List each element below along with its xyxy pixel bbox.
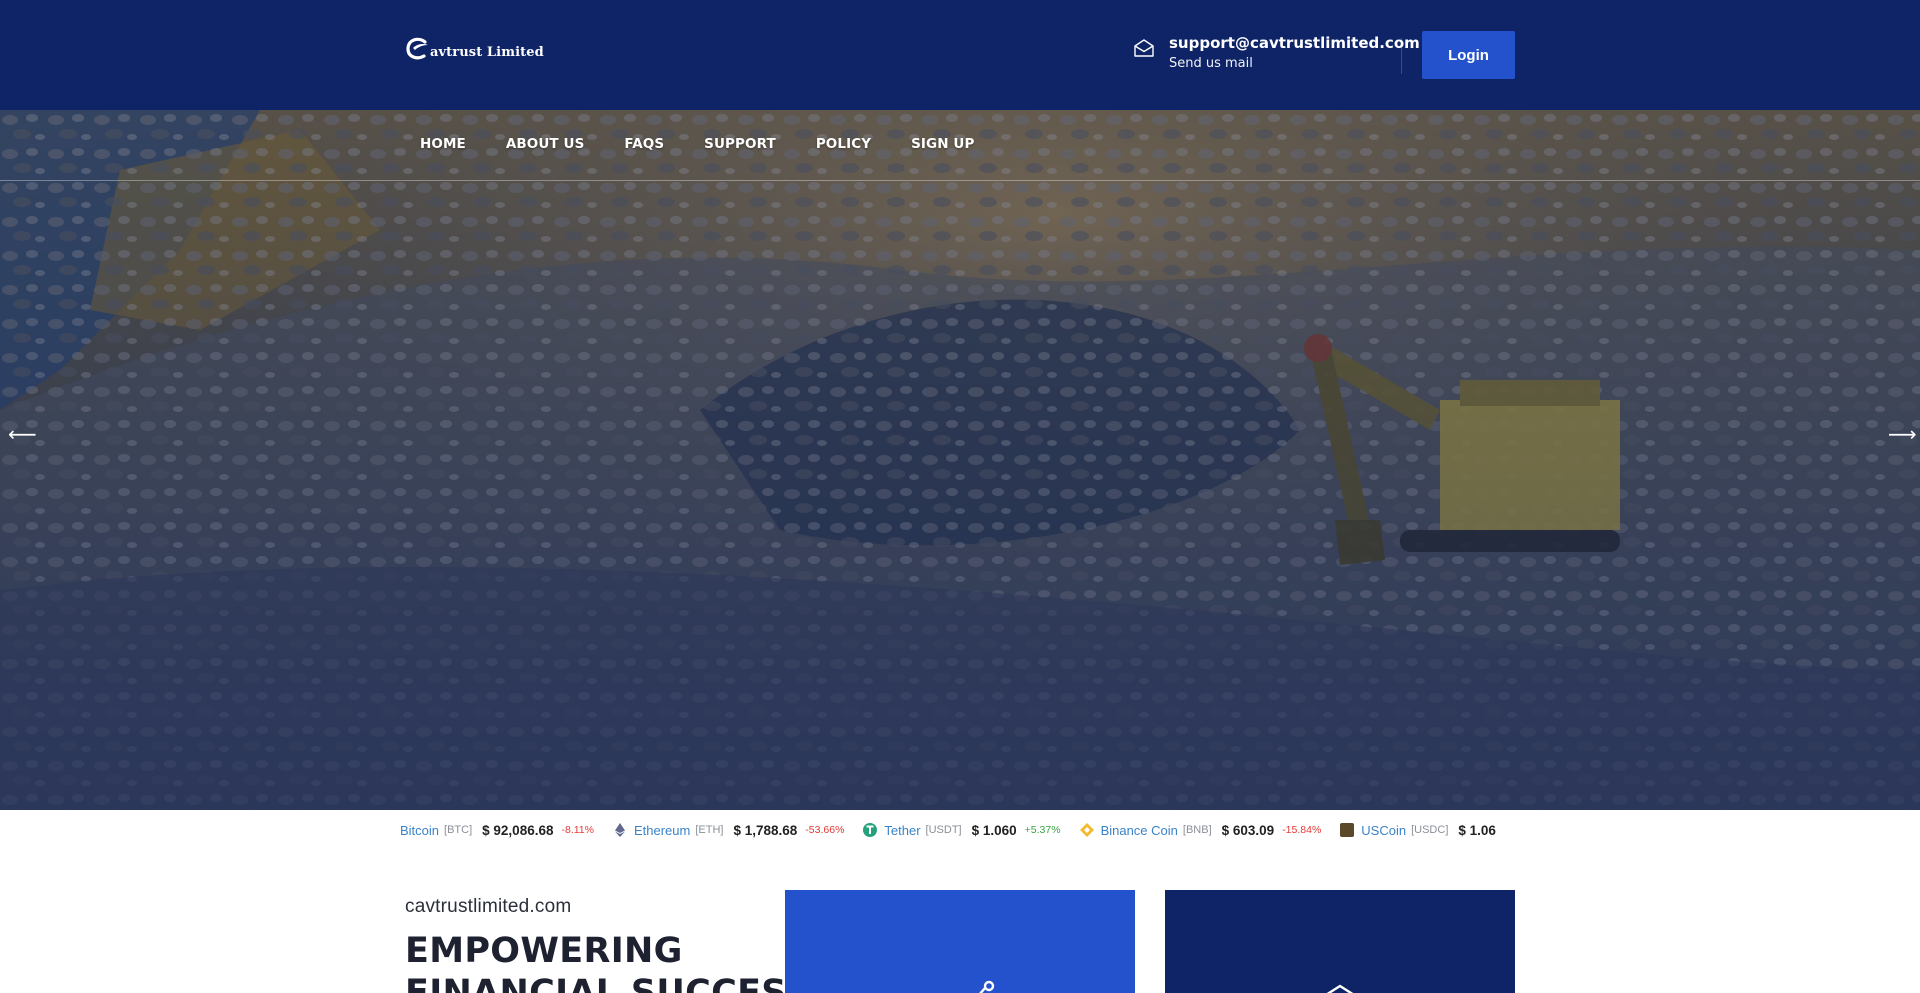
login-button[interactable]: Login (1422, 31, 1515, 79)
slider-next-arrow-icon[interactable]: ⟶ (1888, 424, 1917, 444)
ticker-coin-symbol: [BNB] (1182, 824, 1212, 836)
growth-chart-icon (979, 980, 995, 993)
ticker-item[interactable]: Tether [USDT] $ 1.060 +5.37% (862, 822, 1061, 838)
ticker-coin-symbol: [USDC] (1411, 824, 1449, 836)
hero-background-image (0, 110, 1920, 810)
ticker-coin-change: -53.66% (805, 824, 845, 836)
contact-text: support@cavtrustlimited.com Send us mail (1169, 33, 1420, 73)
ticker-coin-symbol: [ETH] (695, 824, 724, 836)
ticker-coin-price: $ 1.060 (971, 822, 1017, 838)
ticker-coin-name: USCoin (1361, 822, 1407, 838)
send-mail-label: Send us mail (1169, 56, 1253, 71)
usdc-icon (1340, 823, 1355, 837)
ticker-coin-name: Bitcoin (400, 822, 440, 838)
logo-mark-icon (406, 37, 428, 60)
ticker-coin-price: $ 92,086.68 (482, 822, 554, 838)
ticker-coin-symbol: [USDT] (925, 824, 962, 836)
nav-list: HOME ABOUT US FAQS SUPPORT POLICY SIGN U… (420, 136, 1014, 152)
top-header: avtrust Limited support@cavtrustlimited.… (0, 0, 1920, 110)
ticker-coin-price: $ 1,788.68 (733, 822, 798, 838)
ticker-row: Bitcoin [BTC] $ 92,086.68 -8.11% Ethereum [ET… (400, 822, 1516, 838)
ticker-viewport: Bitcoin [BTC] $ 92,086.68 -8.11% Ethereum [ET… (400, 810, 1516, 853)
binance-icon (1079, 823, 1094, 837)
brand-logo[interactable]: avtrust Limited (405, 36, 544, 62)
header-divider (1401, 38, 1402, 74)
support-email-link[interactable]: support@cavtrustlimited.com (1169, 33, 1420, 53)
nav-support[interactable]: SUPPORT (704, 136, 776, 152)
ticker-coin-change: -8.11% (561, 824, 594, 836)
nav-home[interactable]: HOME (420, 136, 466, 152)
crypto-ticker: Bitcoin [BTC] $ 92,086.68 -8.11% Ethereum [ET… (0, 810, 1920, 853)
ethereum-icon (614, 823, 625, 837)
ticker-coin-change: -15.84% (1282, 824, 1322, 836)
ticker-coin-change: +5.37% (1024, 824, 1061, 836)
ticker-item[interactable]: Binance Coin [BNB] $ 603.09 -15.84% (1079, 822, 1322, 838)
site-domain: cavtrustlimited.com (405, 896, 572, 917)
shield-icon (1326, 984, 1354, 993)
feature-card-growth[interactable] (785, 890, 1135, 993)
nav-sign-up[interactable]: SIGN UP (911, 136, 974, 152)
contact-block: support@cavtrustlimited.com Send us mail (1133, 33, 1420, 73)
ticker-item[interactable]: Ethereum [ETH] $ 1,788.68 -53.66% (612, 822, 844, 838)
feature-card-security[interactable] (1165, 890, 1515, 993)
nav-faqs[interactable]: FAQS (624, 136, 664, 152)
brand-name: avtrust Limited (430, 44, 544, 60)
hero-headline: EMPOWERING FINANCIAL SUCCESS (405, 930, 811, 993)
ticker-item[interactable]: USCoin [USDC] $ 1.06 (1339, 822, 1504, 838)
headline-line-1: EMPOWERING (405, 931, 683, 971)
envelope-icon (1134, 39, 1154, 57)
ticker-coin-symbol: [BTC] (444, 824, 473, 836)
tether-icon (863, 823, 878, 837)
ticker-coin-price: $ 603.09 (1221, 822, 1275, 838)
headline-line-2: FINANCIAL SUCCESS (405, 973, 811, 993)
main-nav: HOME ABOUT US FAQS SUPPORT POLICY SIGN U… (0, 110, 1920, 181)
ticker-coin-name: Ethereum (633, 822, 691, 838)
hero-slider: HOME ABOUT US FAQS SUPPORT POLICY SIGN U… (0, 110, 1920, 810)
nav-policy[interactable]: POLICY (816, 136, 871, 152)
ticker-coin-name: Binance Coin (1100, 822, 1178, 838)
ticker-coin-price: $ 1.06 (1458, 822, 1496, 838)
ticker-coin-name: Tether (884, 822, 921, 838)
nav-about-us[interactable]: ABOUT US (506, 136, 585, 152)
ticker-item[interactable]: Bitcoin [BTC] $ 92,086.68 -8.11% (400, 823, 594, 838)
slider-prev-arrow-icon[interactable]: ⟵ (8, 424, 37, 444)
